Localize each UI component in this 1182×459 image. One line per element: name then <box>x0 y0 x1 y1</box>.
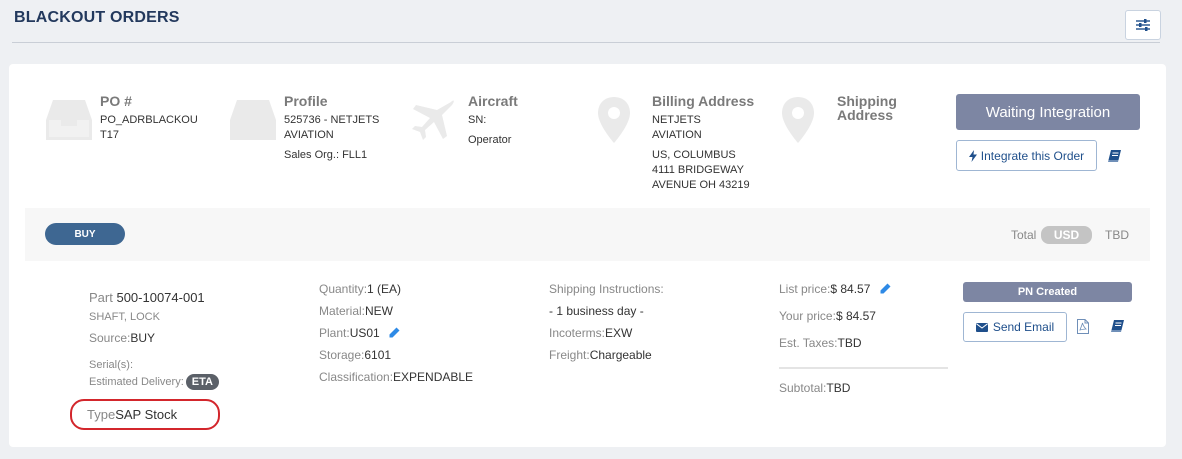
subtotal-label: Subtotal: <box>779 381 827 395</box>
material-value: NEW <box>365 304 394 318</box>
part-number-row: Part 500-10074-001 <box>89 290 205 305</box>
aircraft-title: Aircraft <box>468 93 518 109</box>
shipping-title-line-2: Address <box>837 107 894 123</box>
incoterms-label: Incoterms: <box>549 326 606 340</box>
source-row: Source:BUY <box>89 331 155 345</box>
est-taxes-label: Est. Taxes: <box>779 336 838 350</box>
profile-title: Profile <box>284 93 328 109</box>
profile-line-1: 525736 - NETJETS <box>284 114 380 126</box>
material-row: Material:NEW <box>319 304 393 318</box>
storage-label: Storage: <box>319 348 365 362</box>
map-pin-icon <box>598 97 630 143</box>
integrate-order-label: Integrate this Order <box>980 148 1085 163</box>
plant-value: US01 <box>349 326 380 340</box>
integrate-order-button[interactable]: Integrate this Order <box>956 140 1097 171</box>
pencil-icon[interactable] <box>880 283 891 294</box>
po-title: PO # <box>100 93 132 109</box>
bolt-icon <box>968 149 977 162</box>
estimated-delivery-label: Estimated Delivery: <box>89 376 184 388</box>
freight-row: Freight:Chargeable <box>549 348 652 362</box>
buy-tab[interactable]: BUY <box>45 223 125 245</box>
waiting-integration-button[interactable]: Waiting Integration <box>956 94 1140 130</box>
sliders-icon <box>1136 19 1150 31</box>
classification-row: Classification:EXPENDABLE <box>319 370 473 384</box>
type-label: Type <box>87 407 116 422</box>
classification-value: EXPENDABLE <box>393 370 474 384</box>
book-icon[interactable] <box>1108 150 1121 162</box>
your-price-label: Your price: <box>779 309 836 323</box>
plant-row: Plant:US01 <box>319 326 400 340</box>
pencil-icon[interactable] <box>389 327 400 338</box>
subtotal-value: TBD <box>826 381 851 395</box>
estimated-delivery-row: Estimated Delivery: ETA <box>89 374 219 390</box>
serials-label: Serial(s): <box>89 359 134 371</box>
storage-row: Storage:6101 <box>319 348 391 362</box>
storage-value: 6101 <box>364 348 392 362</box>
billing-line-1: NETJETS <box>652 114 701 126</box>
quantity-value: 1 (EA) <box>367 282 402 296</box>
part-label: Part <box>89 290 113 305</box>
shipping-instructions-value: - 1 business day - <box>549 304 644 318</box>
source-label: Source: <box>89 331 131 345</box>
pn-status-badge: PN Created <box>963 282 1132 302</box>
incoterms-row: Incoterms:EXW <box>549 326 632 340</box>
freight-value: Chargeable <box>589 348 652 362</box>
po-value-line-1: PO_ADRBLACKOU <box>100 114 198 126</box>
title-divider <box>12 42 1160 43</box>
map-pin-icon <box>782 97 814 143</box>
source-value: BUY <box>130 331 156 345</box>
currency-badge[interactable]: USD <box>1041 226 1092 244</box>
order-summary-band: BUY Total USD TBD <box>25 208 1150 261</box>
po-value-line-2: T17 <box>100 129 119 141</box>
subtotal-divider <box>779 367 948 369</box>
pdf-file-icon[interactable] <box>1077 319 1089 334</box>
type-row: TypeSAP Stock <box>87 407 177 422</box>
est-taxes-value: TBD <box>837 336 862 350</box>
shipping-title-line-1: Shipping <box>837 93 897 109</box>
sales-org: Sales Org.: FLL1 <box>284 149 368 161</box>
aircraft-sn: SN: <box>468 114 487 126</box>
billing-line-4: 4111 BRIDGEWAY <box>652 164 744 176</box>
billing-line-3: US, COLUMBUS <box>652 149 736 161</box>
aircraft-operator: Operator <box>468 134 512 146</box>
airplane-icon <box>412 100 454 140</box>
billing-title: Billing Address <box>652 93 755 109</box>
list-price-label: List price: <box>779 282 831 296</box>
filter-button[interactable] <box>1125 10 1161 40</box>
material-label: Material: <box>319 304 366 318</box>
send-email-button[interactable]: Send Email <box>963 312 1067 342</box>
inbox-tray-icon <box>230 100 276 140</box>
type-value: SAP Stock <box>115 407 178 422</box>
part-description: SHAFT, LOCK <box>89 311 160 323</box>
list-price-row: List price:$ 84.57 <box>779 282 891 296</box>
envelope-icon <box>975 322 988 332</box>
total-label: Total <box>1011 228 1037 242</box>
billing-line-2: AVIATION <box>652 129 702 141</box>
classification-label: Classification: <box>319 370 394 384</box>
plant-label: Plant: <box>319 326 350 340</box>
book-icon[interactable] <box>1111 320 1124 332</box>
send-email-label: Send Email <box>992 320 1055 334</box>
subtotal-row: Subtotal:TBD <box>779 381 850 395</box>
inbox-tray-icon <box>46 100 92 140</box>
shipping-instructions-label: Shipping Instructions: <box>549 282 664 296</box>
billing-line-5: AVENUE OH 43219 <box>652 179 750 191</box>
your-price-row: Your price:$ 84.57 <box>779 309 876 323</box>
quantity-label: Quantity: <box>319 282 368 296</box>
est-taxes-row: Est. Taxes:TBD <box>779 336 861 350</box>
eta-badge: ETA <box>185 374 219 390</box>
total-value: TBD <box>1105 228 1129 242</box>
incoterms-value: EXW <box>605 326 633 340</box>
profile-line-2: AVIATION <box>284 129 334 141</box>
list-price-value: $ 84.57 <box>830 282 871 296</box>
quantity-row: Quantity:1 (EA) <box>319 282 401 296</box>
order-card: PO # PO_ADRBLACKOU T17 Profile 525736 - … <box>9 64 1166 447</box>
page-title: BLACKOUT ORDERS <box>14 9 180 26</box>
part-number: 500-10074-001 <box>116 290 205 305</box>
freight-label: Freight: <box>549 348 590 362</box>
your-price-value: $ 84.57 <box>835 309 876 323</box>
